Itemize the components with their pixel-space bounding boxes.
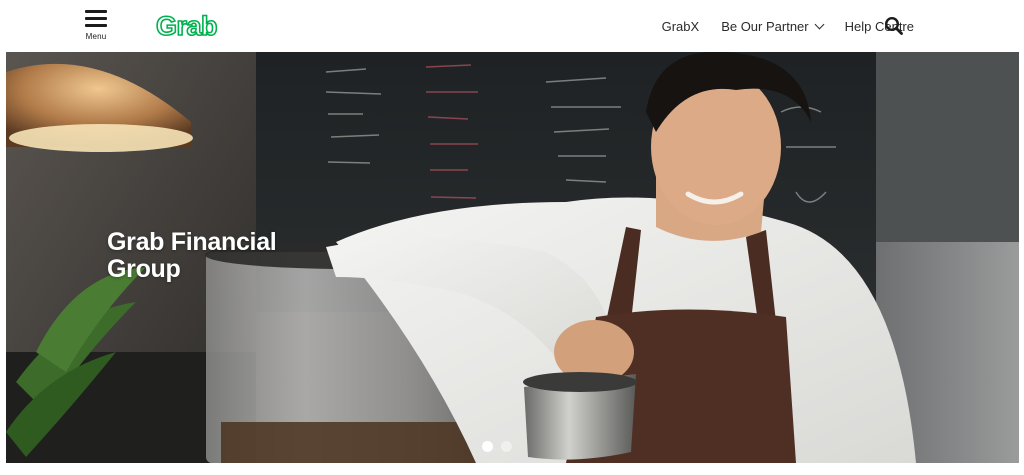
- nav-links: GrabX Be Our Partner Help Centre: [662, 0, 914, 52]
- search-icon: [884, 16, 903, 35]
- grab-logo-icon: Grab: [155, 10, 218, 42]
- carousel-dots: [482, 441, 512, 452]
- top-navbar: Menu Grab GrabX Be Our Partner Help Cent…: [0, 0, 1024, 52]
- hamburger-icon: [85, 10, 107, 28]
- nav-grabx-label: GrabX: [661, 18, 700, 34]
- grab-logo[interactable]: Grab: [155, 10, 224, 46]
- nav-grabx[interactable]: GrabX: [662, 19, 700, 34]
- nav-be-our-partner-label: Be Our Partner: [721, 18, 809, 34]
- hero-title-line-1: Grab Financial: [107, 228, 277, 256]
- svg-text:Grab: Grab: [156, 11, 217, 41]
- hero-title: Grab Financial Group: [107, 229, 367, 283]
- hero-title-line-2: Group: [107, 255, 181, 283]
- hero-banner[interactable]: Grab Financial Group: [6, 52, 1019, 463]
- carousel-dot-1[interactable]: [482, 441, 493, 452]
- carousel-dot-2[interactable]: [501, 441, 512, 452]
- menu-label: Menu: [85, 32, 107, 41]
- nav-be-our-partner[interactable]: Be Our Partner: [721, 18, 825, 34]
- chevron-down-icon: [814, 19, 825, 29]
- menu-button[interactable]: Menu: [82, 8, 110, 44]
- search-button[interactable]: [884, 16, 904, 36]
